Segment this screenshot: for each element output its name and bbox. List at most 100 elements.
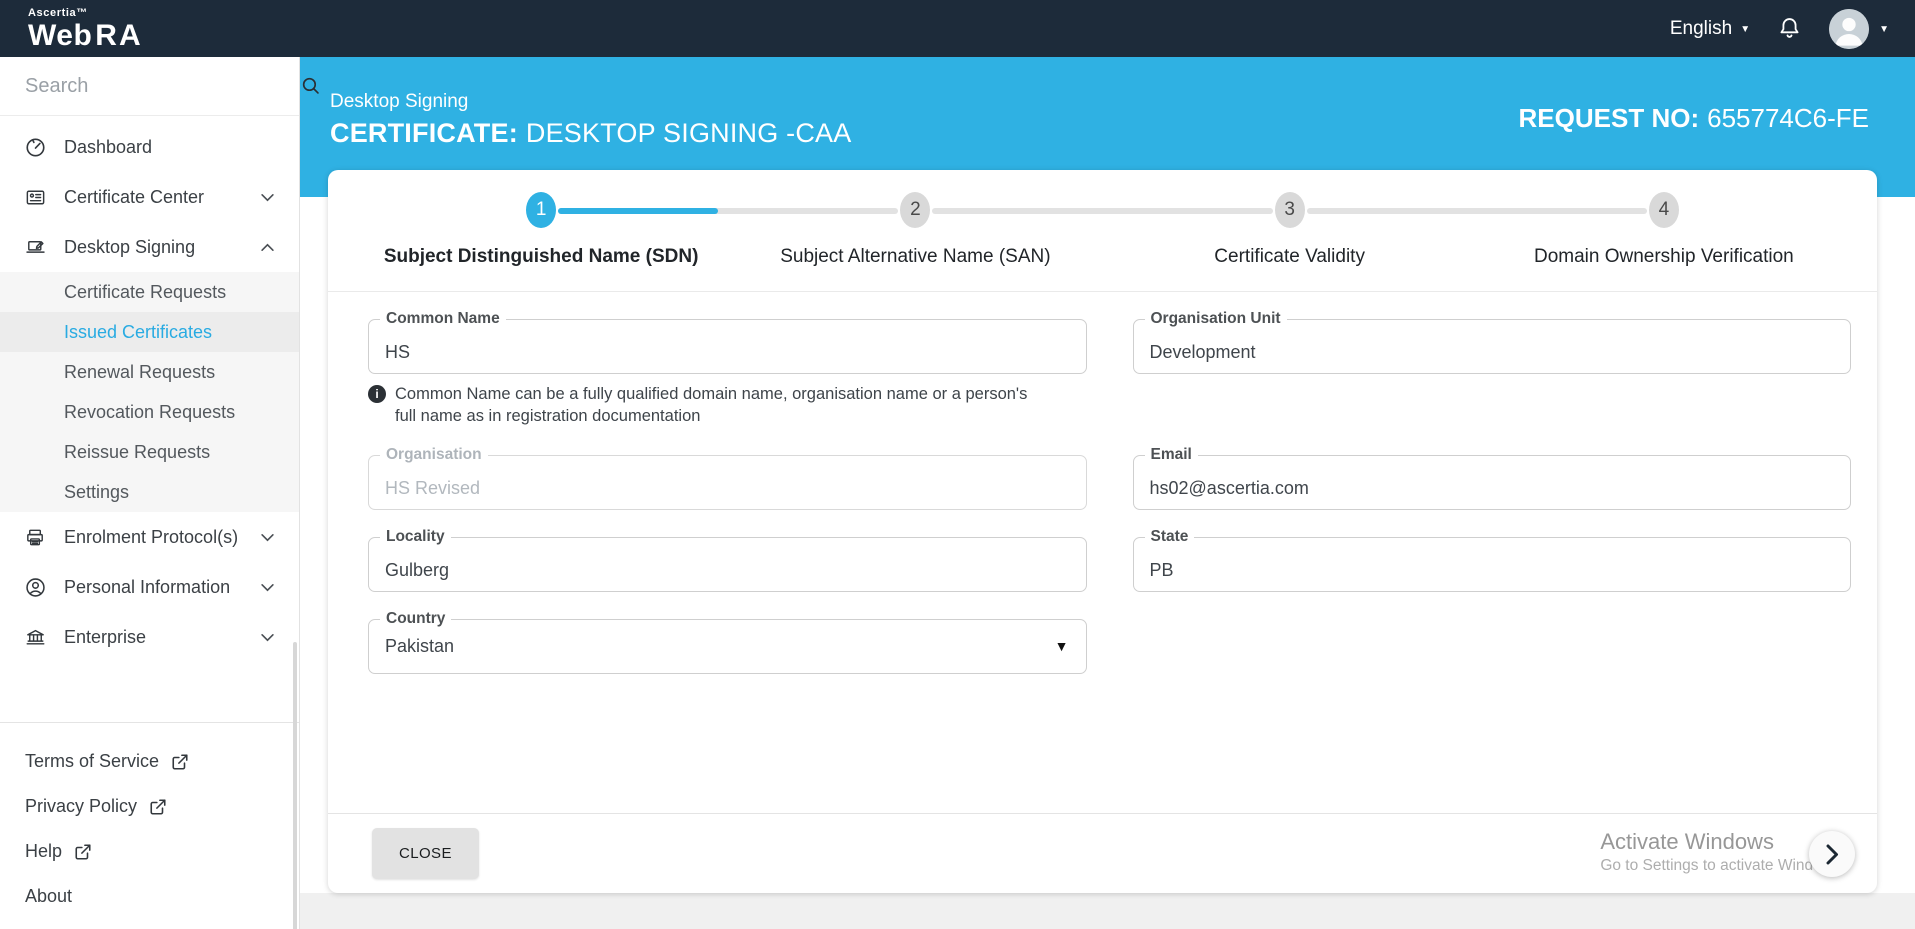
sidebar-nav: Dashboard Certificate Center Desktop Sig… xyxy=(0,116,299,662)
page-title-prefix: CERTIFICATE: xyxy=(330,118,518,148)
chevron-right-icon xyxy=(1826,844,1839,865)
dashboard-gauge-icon xyxy=(24,136,47,159)
locality-label: Locality xyxy=(380,527,451,547)
sidebar-item-enrolment-protocols[interactable]: Enrolment Protocol(s) xyxy=(0,512,299,562)
submenu-item-label: Reissue Requests xyxy=(64,441,211,462)
step-connector-3-4 xyxy=(1306,208,1647,214)
language-label: English xyxy=(1669,17,1733,39)
organisation-unit-field: Organisation Unit xyxy=(1132,310,1851,374)
organisation-label: Organisation xyxy=(380,445,488,465)
submenu-item-label: Issued Certificates xyxy=(64,321,213,342)
submenu-item-label: Revocation Requests xyxy=(64,401,236,422)
step-connector-1-2 xyxy=(558,208,899,214)
step-2-dot[interactable]: 2 xyxy=(900,192,931,228)
wizard-stepper: 1 2 3 4 Subject Distinguished Name (SDN)… xyxy=(328,170,1877,292)
submenu-item-label: Settings xyxy=(64,481,130,502)
caret-down-icon: ▼ xyxy=(1740,23,1751,35)
help-link[interactable]: Help xyxy=(0,829,299,874)
country-selected-value: Pakistan xyxy=(385,635,455,656)
common-name-label: Common Name xyxy=(380,310,506,329)
page-title-text: DESKTOP SIGNING -CAA xyxy=(525,118,852,148)
step-4-label: Domain Ownership Verification xyxy=(1533,246,1794,267)
state-label: State xyxy=(1144,527,1195,547)
step-progress-fill xyxy=(558,208,719,214)
search-input[interactable] xyxy=(25,74,290,98)
person-circle-icon xyxy=(24,576,47,599)
language-selector[interactable]: English ▼ xyxy=(1670,18,1750,40)
sidebar-subitem-certificate-requests[interactable]: Certificate Requests xyxy=(0,272,299,312)
user-avatar xyxy=(1829,8,1870,49)
step-connector-2-3 xyxy=(932,208,1273,214)
sidebar-item-certificate-center[interactable]: Certificate Center xyxy=(0,172,299,222)
close-button[interactable]: CLOSE xyxy=(372,828,479,879)
brand-ascertia-text: Ascertia™ xyxy=(28,7,88,19)
desktop-signing-icon xyxy=(24,236,47,259)
certificate-card-icon xyxy=(24,186,47,209)
watermark-line2: Go to Settings to activate Windows. xyxy=(1600,857,1845,874)
submenu-item-label: Renewal Requests xyxy=(64,361,216,382)
sidebar-subitem-settings[interactable]: Settings xyxy=(0,472,299,512)
footer-link-label: Privacy Policy xyxy=(25,796,138,816)
sidebar-subitem-reissue-requests[interactable]: Reissue Requests xyxy=(0,432,299,472)
chevron-up-icon xyxy=(260,243,275,252)
brand-logo: Ascertia™ Web RA xyxy=(28,6,143,51)
sidebar-item-enterprise[interactable]: Enterprise xyxy=(0,612,299,662)
desktop-signing-submenu: Certificate Requests Issued Certificates… xyxy=(0,272,299,512)
about-link[interactable]: About xyxy=(0,874,299,919)
next-step-button[interactable] xyxy=(1809,831,1855,877)
locality-input[interactable] xyxy=(369,537,1086,591)
request-number-value: 655774C6-FE xyxy=(1707,103,1869,133)
chevron-down-icon xyxy=(260,193,275,202)
external-link-icon xyxy=(74,843,92,861)
sidebar-item-dashboard[interactable]: Dashboard xyxy=(0,122,299,172)
enrolment-protocol-icon xyxy=(24,526,47,549)
sidebar-item-desktop-signing[interactable]: Desktop Signing xyxy=(0,222,299,272)
brand-ra-text: RA xyxy=(95,19,143,52)
email-label: Email xyxy=(1144,445,1198,465)
sidebar-search xyxy=(0,57,319,116)
brand-web-text: Web xyxy=(28,19,93,52)
sidebar: Dashboard Certificate Center xyxy=(0,57,319,929)
sidebar-item-label: Certificate Center xyxy=(64,186,205,207)
sidebar-subitem-renewal-requests[interactable]: Renewal Requests xyxy=(0,352,299,392)
common-name-hint-text: Common Name can be a fully qualified dom… xyxy=(395,385,1028,426)
external-link-icon xyxy=(149,798,167,816)
card-footer: CLOSE Activate Windows Go to Settings to… xyxy=(328,813,1877,893)
step-1-dot[interactable]: 1 xyxy=(526,192,557,228)
sidebar-subitem-revocation-requests[interactable]: Revocation Requests xyxy=(0,392,299,432)
bell-icon xyxy=(1776,15,1803,42)
organisation-field: Organisation xyxy=(368,445,1087,510)
sidebar-item-label: Enrolment Protocol(s) xyxy=(64,526,239,547)
sidebar-item-label: Desktop Signing xyxy=(64,236,196,257)
chevron-down-icon xyxy=(260,533,275,542)
enterprise-bank-icon xyxy=(24,626,47,649)
info-icon: i xyxy=(368,385,386,403)
footer-link-label: About xyxy=(25,886,73,906)
page-bottom-strip xyxy=(300,893,1915,929)
step-2-label: Subject Alternative Name (SAN) xyxy=(780,246,1051,267)
chevron-down-icon xyxy=(260,633,275,642)
state-field: State xyxy=(1132,527,1851,592)
country-select[interactable]: Country Pakistan ▼ xyxy=(368,609,1087,674)
privacy-policy-link[interactable]: Privacy Policy xyxy=(0,784,299,829)
footer-link-label: Help xyxy=(25,841,63,861)
sidebar-subitem-issued-certificates[interactable]: Issued Certificates xyxy=(0,312,299,352)
certificate-wizard-card: 1 2 3 4 Subject Distinguished Name (SDN)… xyxy=(328,170,1877,893)
sidebar-item-personal-information[interactable]: Personal Information xyxy=(0,562,299,612)
search-icon xyxy=(300,75,322,97)
step-3-label: Certificate Validity xyxy=(1214,246,1365,267)
step-4-dot[interactable]: 4 xyxy=(1648,192,1679,228)
terms-of-service-link[interactable]: Terms of Service xyxy=(0,739,299,784)
submenu-item-label: Certificate Requests xyxy=(64,281,227,302)
user-menu[interactable]: ▼ xyxy=(1829,8,1889,49)
sidebar-scrollbar[interactable] xyxy=(293,642,297,929)
email-field: Email xyxy=(1132,445,1851,510)
state-input[interactable] xyxy=(1133,537,1850,591)
notifications-button[interactable] xyxy=(1776,15,1803,42)
email-input[interactable] xyxy=(1133,455,1850,509)
step-3-dot[interactable]: 3 xyxy=(1274,192,1305,228)
common-name-hint: i Common Name can be a fully qualified d… xyxy=(368,383,1029,428)
sidebar-item-label: Enterprise xyxy=(64,626,147,647)
sidebar-item-label: Dashboard xyxy=(64,136,153,157)
step-1-label: Subject Distinguished Name (SDN) xyxy=(383,246,699,267)
